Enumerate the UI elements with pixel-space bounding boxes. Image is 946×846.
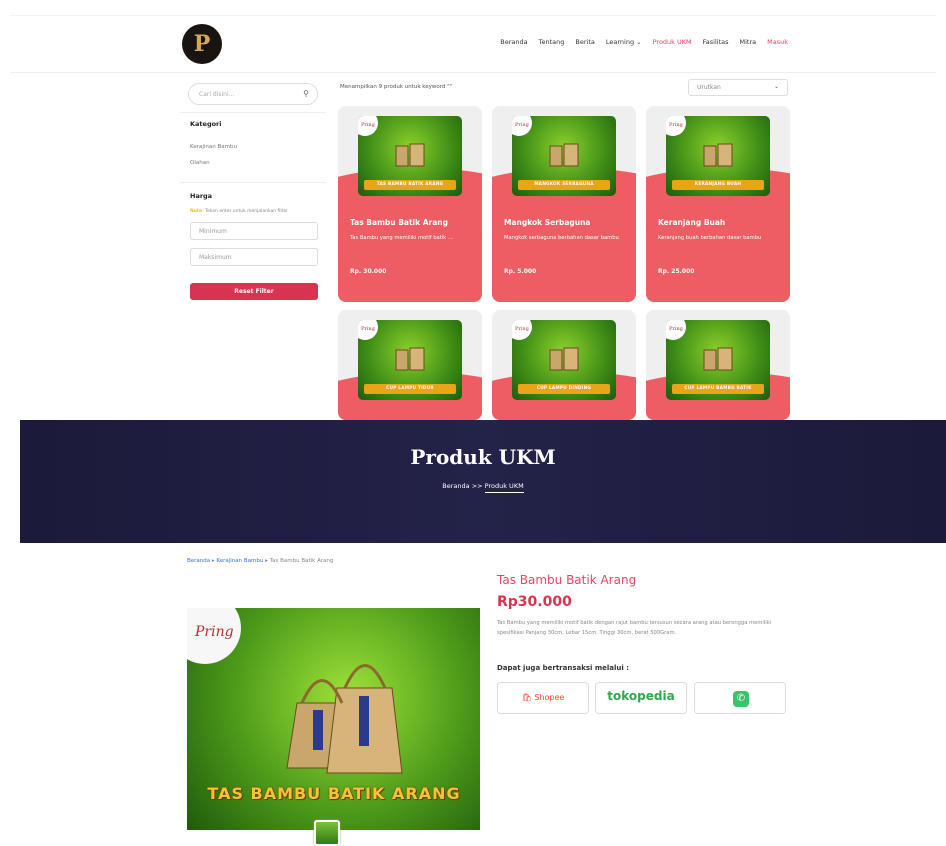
crumb-kerajinan[interactable]: Kerajinan Bambu (216, 558, 263, 564)
crumb-separator: >> (469, 482, 485, 490)
brand-badge: Pring (666, 320, 686, 340)
search-input[interactable]: Cari disini... ⚲ (188, 83, 318, 105)
kategori-item[interactable]: Olahan (190, 160, 210, 166)
nav-tentang[interactable]: Tentang (539, 38, 565, 46)
reset-filter-button[interactable]: Reset Filter (190, 283, 318, 300)
product-desc: Keranjang buah berbahan dasar bambu (658, 235, 762, 241)
whatsapp-button[interactable]: ✆ (694, 682, 786, 714)
product-card[interactable]: Pring CUP LAMPU TIDUR (338, 310, 482, 420)
image-ribbon: CUP LAMPU TIDUR (364, 384, 456, 394)
harga-heading: Harga (190, 192, 213, 200)
product-title: Tas Bambu Batik Arang (497, 573, 637, 587)
product-name[interactable]: Keranjang Buah (658, 218, 725, 227)
detail-breadcrumb: Beranda ▸ Kerajinan Bambu ▸ Tas Bambu Ba… (187, 558, 334, 564)
product-illustration (703, 347, 733, 371)
product-card[interactable]: Pring KERANJANG BUAH Keranjang Buah Keranja… (646, 106, 790, 302)
max-price-field[interactable]: Maksimum (190, 248, 318, 266)
nav-berita[interactable]: Berita (575, 38, 594, 46)
search-placeholder: Cari disini... (199, 91, 235, 98)
product-image[interactable]: Pring CUP LAMPU TIDUR (358, 320, 462, 400)
product-price: Rp30.000 (497, 594, 572, 610)
product-description: Tas Bambu yang memiliki motif batik deng… (497, 620, 772, 636)
brand-badge: Pring (666, 116, 686, 136)
product-name[interactable]: Mangkok Serbaguna (504, 218, 591, 227)
image-ribbon: TAS BAMBU BATIK ARANG (364, 180, 456, 190)
top-navbar: P Beranda Tentang Berita Learning ⌄ Prod… (10, 15, 936, 73)
sort-select[interactable]: Urutkan ⌄ (688, 79, 788, 96)
divider (180, 112, 326, 113)
divider (180, 182, 326, 183)
brand-badge: Pring (187, 608, 241, 664)
nav-produk-ukm[interactable]: Produk UKM (653, 38, 692, 46)
product-card[interactable]: Pring TAS BAMBU BATIK ARANG Tas Bambu Bati… (338, 106, 482, 302)
product-card[interactable]: Pring CUP LAMPU BAMBU BATIK (646, 310, 790, 420)
product-illustration (703, 143, 733, 167)
brand-logo-text: Pring (195, 624, 234, 640)
image-ribbon: CUP LAMPU BAMBU BATIK (672, 384, 764, 394)
product-price: Rp. 25.000 (658, 268, 695, 275)
product-card[interactable]: Pring CUP LAMPU DINDING (492, 310, 636, 420)
filter-note: Note: Tekan enter untuk menjalankan filt… (190, 209, 289, 214)
shopee-button[interactable]: 🛍 Shopee (497, 682, 589, 714)
shopee-icon: 🛍 (521, 693, 532, 702)
kategori-item[interactable]: Kerajinan Bambu (190, 144, 237, 150)
nav-beranda[interactable]: Beranda (500, 38, 527, 46)
crumb-product: Tas Bambu Batik Arang (269, 558, 334, 564)
product-image[interactable]: Pring KERANJANG BUAH (666, 116, 770, 196)
nav-masuk[interactable]: Masuk (767, 38, 788, 46)
whatsapp-icon: ✆ (733, 691, 749, 707)
product-illustration (549, 143, 579, 167)
image-ribbon: KERANJANG BUAH (672, 180, 764, 190)
crumb-current: Produk UKM (484, 482, 524, 493)
product-desc: Mangkok serbaguna berbahan dasar bambu (504, 235, 619, 241)
image-ribbon: TAS BAMBU BATIK ARANG (207, 784, 461, 803)
product-desc: Tas Bambu yang memiliki motif batik ... (350, 235, 453, 241)
brand-badge: Pring (512, 320, 532, 340)
nav-learning-dropdown[interactable]: Learning ⌄ (606, 38, 642, 46)
product-illustration (395, 347, 425, 371)
sort-label: Urutkan (697, 84, 721, 91)
tokopedia-button[interactable]: tokopedia (595, 682, 687, 714)
results-count: Menampilkan 9 produk untuk keyword "" (340, 84, 453, 90)
image-ribbon: CUP LAMPU DINDING (518, 384, 610, 394)
kategori-heading: Kategori (190, 120, 222, 128)
filter-sidebar: Cari disini... ⚲ Kategori Kerajinan Bamb… (180, 78, 326, 420)
product-image[interactable]: Pring CUP LAMPU BAMBU BATIK (666, 320, 770, 400)
crumb-home[interactable]: Beranda (442, 482, 469, 490)
product-image[interactable]: Pring CUP LAMPU DINDING (512, 320, 616, 400)
tokopedia-label: tokopedia (607, 689, 675, 703)
product-main-image[interactable]: Pring TAS BAMBU BATIK ARANG (187, 608, 480, 830)
product-price: Rp. 30.000 (350, 268, 387, 275)
site-logo[interactable]: P (182, 24, 222, 64)
bag-illustration (286, 664, 403, 774)
product-image[interactable]: Pring TAS BAMBU BATIK ARANG (358, 116, 462, 196)
product-price: Rp. 5.000 (504, 268, 537, 275)
page-banner: Produk UKM Beranda >> Produk UKM (20, 420, 946, 543)
shopee-label: 🛍 Shopee (521, 693, 565, 702)
search-icon[interactable]: ⚲ (303, 89, 309, 98)
product-name[interactable]: Tas Bambu Batik Arang (350, 218, 448, 227)
page-title: Produk UKM (410, 445, 556, 469)
image-ribbon: MANGKOK SERBAGUNA (518, 180, 610, 190)
main-menu: Beranda Tentang Berita Learning ⌄ Produk… (500, 38, 788, 46)
min-price-field[interactable]: Minimum (190, 222, 318, 240)
also-available-label: Dapat juga bertransaksi melalui : (497, 664, 630, 672)
brand-badge: Pring (358, 320, 378, 340)
product-image[interactable]: Pring MANGKOK SERBAGUNA (512, 116, 616, 196)
brand-badge: Pring (358, 116, 378, 136)
brand-badge: Pring (512, 116, 532, 136)
product-card[interactable]: Pring MANGKOK SERBAGUNA Mangkok Serbaguna M… (492, 106, 636, 302)
chevron-down-icon: ⌄ (773, 83, 779, 90)
nav-mitra[interactable]: Mitra (740, 38, 757, 46)
nav-fasilitas[interactable]: Fasilitas (703, 38, 729, 46)
crumb-beranda[interactable]: Beranda (187, 558, 210, 564)
banner-breadcrumb: Beranda >> Produk UKM (20, 482, 946, 493)
product-illustration (395, 143, 425, 167)
product-illustration (549, 347, 579, 371)
product-thumbnail[interactable] (314, 820, 340, 846)
